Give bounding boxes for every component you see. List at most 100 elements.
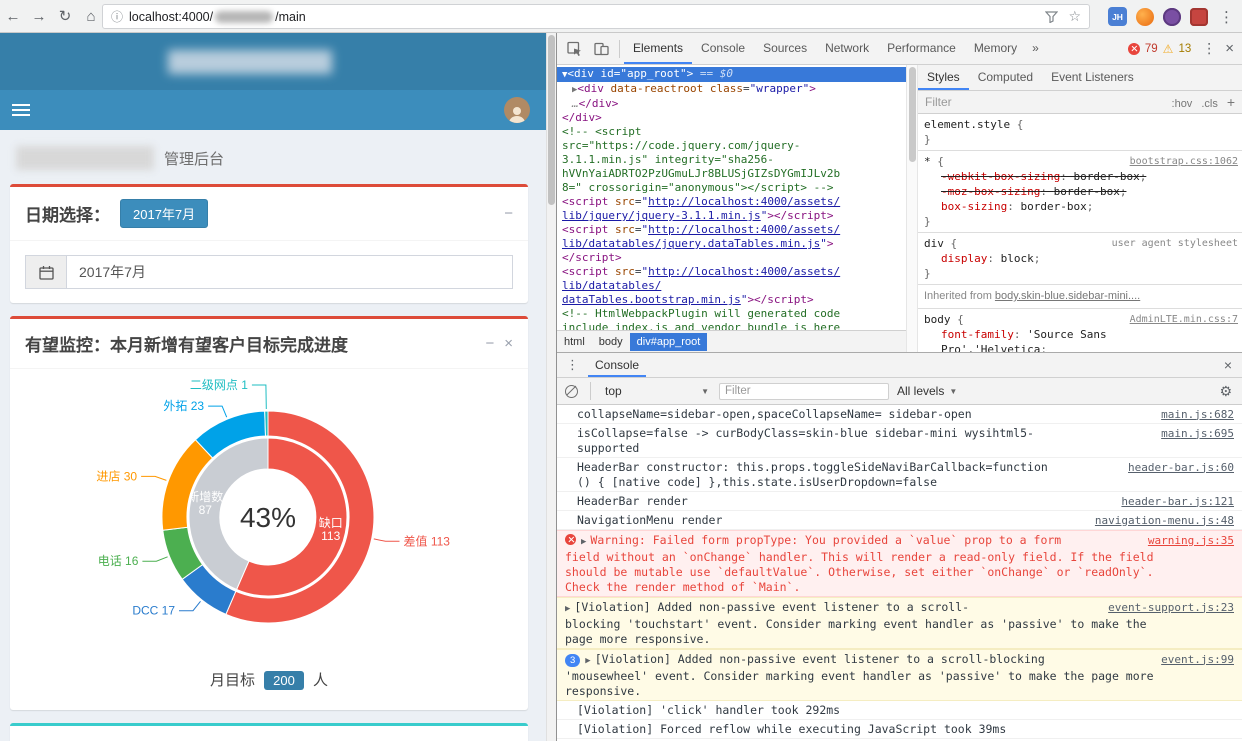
- expand-triangle-icon[interactable]: ▶: [581, 537, 586, 547]
- devtools-tab-sources[interactable]: Sources: [754, 33, 816, 64]
- devtools-menu-button[interactable]: ⋮: [1202, 40, 1216, 57]
- devtools-tab-console[interactable]: Console: [692, 33, 754, 64]
- dom-node-line[interactable]: include index.js and vendor bundle is he…: [557, 321, 906, 330]
- console-source-link[interactable]: event.js:99: [1161, 652, 1234, 667]
- expand-triangle-icon[interactable]: ▶: [585, 656, 590, 666]
- console-settings-icon[interactable]: ⚙: [1219, 383, 1232, 400]
- dom-node-line[interactable]: ▶<div data-reactroot class="wrapper">: [557, 82, 906, 97]
- drawer-close-button[interactable]: ×: [1224, 357, 1232, 373]
- dom-node-line[interactable]: 3.1.1.min.js" integrity="sha256-: [557, 153, 906, 167]
- console-message[interactable]: warning.js:35 ▶ Warning: Failed form propT…: [557, 530, 1242, 597]
- console-message[interactable]: [Violation] Forced reflow while executin…: [557, 720, 1242, 739]
- console-source-link[interactable]: navigation-menu.js:48: [1095, 513, 1234, 528]
- home-button[interactable]: ⌂: [78, 8, 104, 25]
- clear-console-button[interactable]: [565, 384, 578, 398]
- console-message[interactable]: event.js:99 3 ▶ [Violation] Added non-passi…: [557, 649, 1242, 701]
- console-filter-input[interactable]: [719, 382, 889, 400]
- error-icon[interactable]: [1127, 42, 1140, 55]
- styles-tab-computed[interactable]: Computed: [969, 65, 1042, 90]
- page-action-icon[interactable]: [1045, 10, 1059, 23]
- slice-二级网点[interactable]: [264, 410, 269, 437]
- dom-node-line[interactable]: ▼<div id="app_root"> == $0: [557, 67, 906, 82]
- console-message[interactable]: navigation-menu.js:48 NavigationMenu rend…: [557, 511, 1242, 530]
- dom-node-line[interactable]: <script src="http://localhost:4000/asset…: [557, 223, 906, 237]
- execution-context-selector[interactable]: top ▼: [603, 384, 711, 398]
- collapse-icon[interactable]: −: [504, 206, 513, 221]
- device-toolbar-icon[interactable]: [593, 41, 610, 57]
- back-button[interactable]: ←: [0, 8, 26, 25]
- inspect-element-icon[interactable]: [566, 41, 583, 57]
- console-message[interactable]: header-bar.js:60 HeaderBar constructor: t…: [557, 458, 1242, 492]
- scrollbar-thumb[interactable]: [909, 67, 916, 162]
- styles-tab-event-listeners[interactable]: Event Listeners: [1042, 65, 1143, 90]
- dom-node-line[interactable]: lib/datatables/jquery.dataTables.min.js"…: [557, 237, 906, 251]
- console-source-link[interactable]: header-bar.js:121: [1121, 494, 1234, 509]
- expand-triangle-icon[interactable]: ▶: [565, 604, 570, 614]
- close-icon[interactable]: ×: [504, 336, 513, 351]
- user-avatar[interactable]: [504, 97, 530, 123]
- style-source-link[interactable]: bootstrap.css:1062: [1130, 154, 1238, 169]
- page-scrollbar[interactable]: [546, 33, 556, 741]
- style-property[interactable]: font-family: 'Source Sans Pro','Helvetic…: [924, 327, 1238, 352]
- elements-scrollbar[interactable]: [906, 65, 918, 352]
- console-message[interactable]: header-bar.js:121 HeaderBar render: [557, 492, 1242, 511]
- drawer-menu-button[interactable]: ⋮: [557, 357, 588, 373]
- style-source-link[interactable]: AdminLTE.min.css:7: [1130, 312, 1238, 327]
- console-message[interactable]: main.js:695 isCollapse=false -> curBodyCl…: [557, 424, 1242, 458]
- browser-menu-button[interactable]: ⋮: [1219, 8, 1234, 26]
- devtools-close-button[interactable]: ×: [1225, 40, 1234, 57]
- styles-control[interactable]: :hov: [1172, 98, 1193, 110]
- inherited-selector-link[interactable]: body.skin-blue.sidebar-mini....: [995, 290, 1140, 302]
- breadcrumb-item[interactable]: html: [557, 333, 592, 351]
- extension-red-icon[interactable]: [1190, 7, 1208, 26]
- dom-node-line[interactable]: dataTables.bootstrap.min.js"></script>: [557, 293, 906, 307]
- dom-node-line[interactable]: <script src="http://localhost:4000/asset…: [557, 195, 906, 209]
- console-message[interactable]: main.js:682 collapseName=sidebar-open,spa…: [557, 405, 1242, 424]
- console-source-link[interactable]: header-bar.js:60: [1128, 460, 1234, 475]
- console-source-link[interactable]: main.js:695: [1161, 426, 1234, 441]
- extension-orange-icon[interactable]: [1136, 7, 1154, 26]
- style-rule[interactable]: AdminLTE.min.css:7 body {font-family: 'So…: [918, 309, 1242, 352]
- error-count[interactable]: 79: [1145, 43, 1158, 55]
- dom-node-line[interactable]: </script>: [557, 251, 906, 265]
- styles-control[interactable]: .cls: [1201, 98, 1218, 110]
- warning-count[interactable]: 13: [1178, 43, 1191, 55]
- extension-jh-icon[interactable]: JH: [1108, 7, 1127, 26]
- page-info-icon[interactable]: ⓘ: [111, 8, 123, 25]
- dom-node-line[interactable]: <!-- HtmlWebpackPlugin will generated co…: [557, 307, 906, 321]
- devtools-tab-network[interactable]: Network: [816, 33, 878, 64]
- extension-purple-icon[interactable]: [1163, 7, 1181, 26]
- devtools-tab-elements[interactable]: Elements: [624, 33, 692, 64]
- bookmark-star-icon[interactable]: ☆: [1068, 8, 1081, 25]
- collapse-icon[interactable]: −: [485, 336, 494, 351]
- style-property[interactable]: box-sizing: border-box;: [924, 199, 1238, 214]
- forward-button[interactable]: →: [26, 8, 52, 25]
- dom-node-line[interactable]: hVVnYaiADRTO2PzUGmuLJr8BLUSjGIZsDYGmIJLv…: [557, 167, 906, 181]
- devtools-tab-performance[interactable]: Performance: [878, 33, 965, 64]
- styles-filter-input[interactable]: Filter: [925, 95, 1163, 109]
- devtools-tab-memory[interactable]: Memory: [965, 33, 1026, 64]
- console-source-link[interactable]: event-support.js:23: [1108, 600, 1234, 615]
- console-message[interactable]: [Violation] 'click' handler took 292ms: [557, 701, 1242, 720]
- more-tabs-button[interactable]: »: [1026, 33, 1045, 64]
- selected-month-button[interactable]: 2017年7月: [120, 199, 209, 228]
- dom-node-line[interactable]: src="https://code.jquery.com/jquery-: [557, 139, 906, 153]
- style-property[interactable]: display: block;: [924, 251, 1238, 266]
- console-source-link[interactable]: main.js:682: [1161, 407, 1234, 422]
- log-level-selector[interactable]: All levels ▼: [897, 384, 957, 398]
- dom-node-line[interactable]: lib/datatables/: [557, 279, 906, 293]
- sidebar-toggle-button[interactable]: [12, 101, 30, 119]
- dom-node-line[interactable]: lib/jquery/jquery-3.1.1.min.js"></script…: [557, 209, 906, 223]
- style-property[interactable]: -webkit-box-sizing: border-box;: [924, 169, 1238, 184]
- reload-button[interactable]: ↻: [52, 7, 78, 25]
- console-message[interactable]: event-support.js:23 ▶ [Violation] Added no…: [557, 597, 1242, 649]
- date-input[interactable]: [67, 255, 513, 289]
- dom-node-line[interactable]: <!-- <script: [557, 125, 906, 139]
- warning-icon[interactable]: ⚠: [1163, 42, 1174, 56]
- dom-node-line[interactable]: <script src="http://localhost:4000/asset…: [557, 265, 906, 279]
- styles-control[interactable]: +: [1227, 94, 1235, 110]
- style-rule[interactable]: user agent stylesheet div {display: block…: [918, 233, 1242, 285]
- dom-node-line[interactable]: </div>: [557, 111, 906, 125]
- dom-node-line[interactable]: 8=" crossorigin="anonymous"></script> --…: [557, 181, 906, 195]
- dom-node-line[interactable]: …</div>: [557, 97, 906, 111]
